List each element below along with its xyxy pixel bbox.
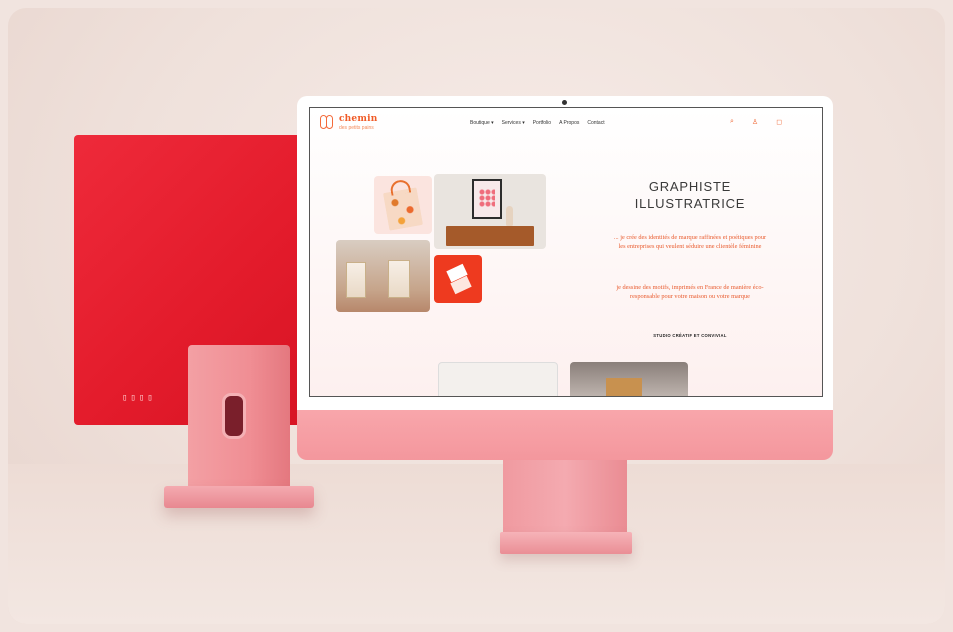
logo-tagline: des petits pains — [339, 125, 374, 131]
website-screen: chemin des petits pains Boutique ▾ Servi… — [309, 107, 823, 397]
business-cards-photo[interactable] — [434, 255, 482, 303]
menu-item-a-propos[interactable]: A Propos — [559, 120, 579, 126]
paper-bag-photo[interactable] — [570, 362, 688, 396]
main-menu: Boutique ▾ Services ▾ Portfolio A Propos… — [470, 120, 605, 126]
hero-title: GRAPHISTE ILLUSTRATRICE — [610, 178, 770, 212]
monitor-chin — [297, 410, 833, 460]
front-monitor: chemin des petits pains Boutique ▾ Servi… — [297, 96, 833, 464]
cabinet — [446, 226, 534, 246]
interior-photo[interactable] — [438, 362, 558, 396]
package-box — [388, 260, 410, 298]
poster-cabinet-photo[interactable] — [434, 174, 546, 249]
menu-item-portfolio[interactable]: Portfolio — [533, 120, 551, 126]
monitor-bezel: chemin des petits pains Boutique ▾ Servi… — [297, 96, 833, 410]
package-box — [346, 262, 366, 298]
camera-icon — [562, 100, 567, 105]
studio-label: STUDIO CRÉATIF ET CONVIVIAL — [653, 333, 727, 338]
tote-bag — [382, 187, 424, 231]
search-icon[interactable]: ⌕ — [730, 118, 734, 126]
menu-item-boutique[interactable]: Boutique ▾ — [470, 120, 494, 126]
hero-title-line1: GRAPHISTE — [648, 179, 732, 194]
back-ports: ▯▯▯▯ — [122, 393, 156, 403]
logo-wordmark[interactable]: chemin — [339, 114, 377, 124]
header-icons: ⌕ ♙ ◻ — [730, 118, 782, 126]
menu-item-contact[interactable]: Contact — [587, 120, 604, 126]
cart-icon[interactable]: ◻ — [776, 118, 782, 126]
logo-icon[interactable] — [320, 115, 334, 129]
vase — [506, 206, 513, 226]
front-stand-neck — [503, 460, 627, 534]
front-stand-foot — [500, 532, 632, 554]
floor-backdrop — [8, 464, 945, 624]
tote-bag-photo[interactable] — [374, 176, 432, 234]
user-icon[interactable]: ♙ — [752, 118, 758, 126]
site-header: chemin des petits pains Boutique ▾ Servi… — [310, 108, 822, 136]
poster-frame — [472, 179, 502, 219]
packaging-photo[interactable] — [336, 240, 430, 312]
paper-bag — [606, 378, 642, 396]
back-stand-base — [164, 486, 314, 508]
hero-paragraph-2: je dessine des motifs, imprimés en Franc… — [616, 284, 764, 300]
hero-title-line2: ILLUSTRATRICE — [634, 196, 746, 211]
hero-paragraph-1: ... je crée des identités de marque raff… — [613, 234, 767, 250]
stand-cable-hole — [222, 393, 246, 439]
menu-item-services[interactable]: Services ▾ — [502, 120, 525, 126]
